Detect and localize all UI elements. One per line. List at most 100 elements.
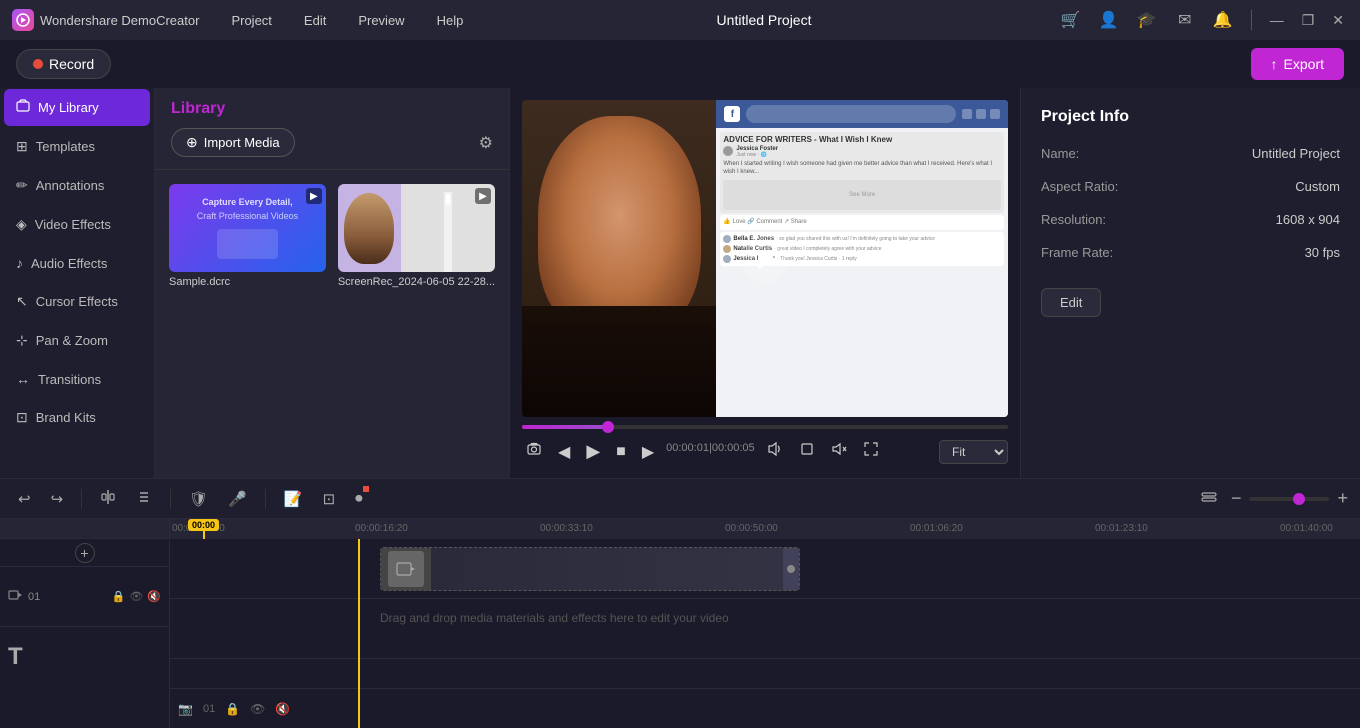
record-clip-button[interactable]: ⏺ bbox=[349, 486, 369, 511]
track-bottom-mute-icon[interactable]: 🔇 bbox=[275, 702, 290, 716]
crop-button[interactable] bbox=[795, 437, 819, 466]
video-track-mute-icon[interactable]: 🔇 bbox=[147, 590, 161, 603]
facebook-logo-icon: f bbox=[724, 106, 740, 122]
zoom-in-button[interactable]: + bbox=[1337, 488, 1348, 509]
sidebar-label-pan-zoom: Pan & Zoom bbox=[36, 333, 108, 348]
sidebar-item-audio-effects[interactable]: ♪ Audio Effects bbox=[4, 245, 150, 281]
menu-project[interactable]: Project bbox=[223, 9, 279, 32]
stop-button[interactable]: ■ bbox=[612, 439, 630, 465]
sidebar-label-video-effects: Video Effects bbox=[35, 217, 111, 232]
sidebar-item-pan-zoom[interactable]: ⊹ Pan & Zoom bbox=[4, 322, 150, 359]
sidebar-item-annotations[interactable]: ✏ Annotations bbox=[4, 167, 150, 204]
export-button[interactable]: ↑ Export bbox=[1251, 48, 1344, 80]
filter-button[interactable]: ⚙ bbox=[479, 133, 493, 153]
sidebar-item-video-effects[interactable]: ◈ Video Effects bbox=[4, 206, 150, 243]
sidebar-label-brand-kits: Brand Kits bbox=[36, 410, 96, 425]
video-track-lock-icon[interactable]: 🔒 bbox=[112, 590, 126, 603]
play-triangle-icon bbox=[758, 249, 776, 269]
video-track-eye-icon[interactable]: 👁 bbox=[129, 590, 143, 603]
play-overlay-button[interactable] bbox=[741, 235, 789, 283]
project-info-aspect-label: Aspect Ratio: bbox=[1041, 179, 1118, 194]
sidebar-label-cursor-effects: Cursor Effects bbox=[36, 294, 118, 309]
project-info-edit-button[interactable]: Edit bbox=[1041, 288, 1101, 317]
library-header: Library ⊕ Import Media ⚙ bbox=[155, 88, 509, 170]
redo-button[interactable]: ↪ bbox=[45, 486, 70, 512]
close-button[interactable]: ✕ bbox=[1328, 8, 1348, 33]
sidebar-item-transitions[interactable]: ↔ Transitions bbox=[4, 361, 150, 397]
track-bottom-camera-icon[interactable]: 📷 bbox=[178, 702, 193, 716]
screenshot-button[interactable] bbox=[522, 437, 546, 466]
progress-fill bbox=[522, 425, 609, 429]
timeline-right-tools: − + bbox=[1195, 485, 1348, 513]
add-track-button[interactable]: + bbox=[75, 543, 95, 563]
media-card-screenrec[interactable]: ▶ ScreenRec_2024-06-05 22-28... bbox=[338, 184, 495, 464]
import-media-label: Import Media bbox=[204, 135, 280, 150]
minimize-button[interactable]: — bbox=[1266, 8, 1288, 32]
play-button[interactable]: ▶ bbox=[582, 437, 604, 466]
sidebar-label-transitions: Transitions bbox=[38, 372, 101, 387]
track-bottom-lock-icon[interactable]: 🔒 bbox=[225, 702, 240, 716]
sidebar-label-templates: Templates bbox=[36, 139, 95, 154]
track-bottom-eye-icon[interactable]: 👁 bbox=[250, 702, 265, 716]
sidebar-label-my-library: My Library bbox=[38, 100, 99, 115]
sidebar-item-brand-kits[interactable]: ⊡ Brand Kits bbox=[4, 399, 150, 436]
playhead-ruler-line bbox=[203, 531, 205, 539]
progress-bar[interactable] bbox=[522, 425, 1008, 429]
annotations-icon: ✏ bbox=[16, 177, 28, 194]
undo-button[interactable]: ↩ bbox=[12, 486, 37, 512]
sidebar-label-annotations: Annotations bbox=[36, 178, 105, 193]
text-track-row: Drag and drop media materials and effect… bbox=[170, 599, 1360, 659]
track-bottom-number: 01 bbox=[203, 703, 215, 715]
sidebar-item-cursor-effects[interactable]: ↖ Cursor Effects bbox=[4, 283, 150, 320]
templates-icon: ⊞ bbox=[16, 138, 28, 155]
next-frame-button[interactable]: ▶ bbox=[638, 438, 658, 466]
sidebar-item-templates[interactable]: ⊞ Templates bbox=[4, 128, 150, 165]
ripple-button[interactable] bbox=[130, 485, 158, 513]
project-info-title: Project Info bbox=[1041, 108, 1340, 126]
note-button[interactable]: 📝 bbox=[278, 486, 309, 512]
playhead-ruler-indicator: 00:00 bbox=[188, 519, 219, 539]
mail-icon[interactable]: ✉ bbox=[1171, 6, 1199, 34]
media-play-icon-sample: ▶ bbox=[306, 188, 322, 204]
cap-icon[interactable]: 🎓 bbox=[1133, 6, 1161, 34]
action-bar: Record ↑ Export bbox=[0, 40, 1360, 88]
mute-button[interactable] bbox=[827, 437, 851, 466]
project-info-name-label: Name: bbox=[1041, 146, 1079, 161]
prev-frame-button[interactable]: ◀ bbox=[554, 438, 574, 466]
timeline-settings-button[interactable] bbox=[1195, 485, 1223, 513]
maximize-button[interactable]: ❐ bbox=[1298, 8, 1319, 33]
fit-select[interactable]: Fit 100% 50% bbox=[939, 440, 1008, 464]
project-info-resolution-value: 1608 x 904 bbox=[1276, 212, 1340, 227]
volume-button[interactable] bbox=[763, 437, 787, 466]
video-frame: f ADVICE FOR WRITERS - What I Wish I Kne… bbox=[522, 100, 1008, 417]
record-button[interactable]: Record bbox=[16, 49, 111, 79]
menu-divider bbox=[1251, 10, 1252, 30]
shield-button[interactable]: 🛡 bbox=[183, 486, 214, 512]
timeline-area: ↩ ↪ 🛡 🎤 📝 ⊡ ⏺ − + bbox=[0, 478, 1360, 728]
library-toolbar: ⊕ Import Media ⚙ bbox=[171, 128, 493, 157]
mic-button[interactable]: 🎤 bbox=[222, 486, 253, 512]
video-shoulder bbox=[522, 306, 716, 417]
video-face-shape bbox=[538, 116, 701, 338]
user-icon[interactable]: 👤 bbox=[1095, 6, 1123, 34]
ruler-mark-1: 00:00:16:20 bbox=[355, 523, 408, 534]
zoom-slider-thumb[interactable] bbox=[1293, 493, 1305, 505]
timeline-ruler: 00:00:00:00 00:00:16:20 00:00:33:10 00:0… bbox=[170, 519, 1360, 539]
fullscreen-button[interactable] bbox=[859, 437, 883, 466]
motion-button[interactable]: ⊡ bbox=[317, 486, 342, 512]
import-media-button[interactable]: ⊕ Import Media bbox=[171, 128, 295, 157]
menu-preview[interactable]: Preview bbox=[350, 9, 412, 32]
menu-edit[interactable]: Edit bbox=[296, 9, 334, 32]
import-plus-icon: ⊕ bbox=[186, 134, 198, 151]
bell-icon[interactable]: 🔔 bbox=[1209, 6, 1237, 34]
video-clip[interactable] bbox=[380, 547, 800, 591]
current-time: 00:00:01 bbox=[666, 442, 709, 454]
sidebar-item-my-library[interactable]: My Library bbox=[4, 89, 150, 126]
ruler-mark-6: 00:01:40:00 bbox=[1280, 523, 1333, 534]
menu-help[interactable]: Help bbox=[429, 9, 472, 32]
media-card-sample[interactable]: Capture Every Detail, Craft Professional… bbox=[169, 184, 326, 464]
zoom-out-button[interactable]: − bbox=[1231, 488, 1242, 509]
shopping-icon[interactable]: 🛒 bbox=[1057, 6, 1085, 34]
menu-bar: Wondershare DemoCreator Project Edit Pre… bbox=[0, 0, 1360, 40]
split-button[interactable] bbox=[94, 485, 122, 513]
